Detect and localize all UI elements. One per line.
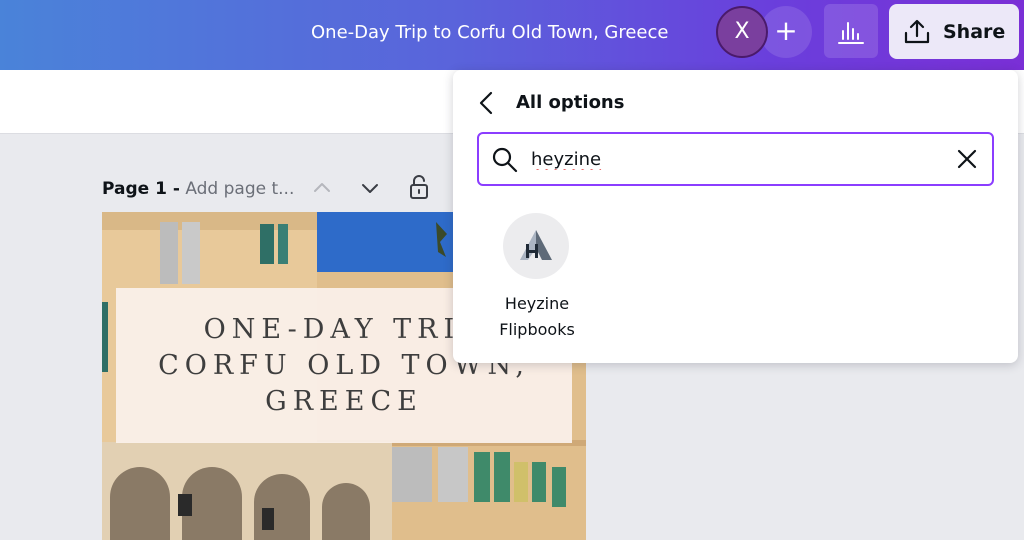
document-title[interactable]: One-Day Trip to Corfu Old Town, Greece <box>311 20 668 46</box>
share-label: Share <box>943 21 1006 43</box>
app-name-line-2: Flipbooks <box>499 320 575 339</box>
all-options-panel: All options Heyzine <box>453 70 1018 363</box>
app-name-line-1: Heyzine <box>504 294 570 313</box>
chevron-down-icon[interactable] <box>360 178 380 198</box>
close-icon[interactable] <box>957 149 977 169</box>
page-title-input[interactable]: Add page t... <box>185 179 294 199</box>
back-chevron-icon[interactable] <box>475 90 499 116</box>
page-number-label: Page 1 - <box>102 179 180 199</box>
app-logo <box>503 213 569 279</box>
chevron-up-icon[interactable] <box>312 178 332 198</box>
bar-chart-icon <box>838 22 864 44</box>
page-header: Page 1 - Add page t... <box>102 176 294 202</box>
search-field[interactable] <box>477 132 994 186</box>
app-result-heyzine[interactable]: Heyzine Flipbooks <box>489 213 585 343</box>
panel-title: All options <box>516 92 625 113</box>
avatar[interactable]: X <box>716 6 768 58</box>
insights-button[interactable] <box>824 4 878 58</box>
design-title-line-3: GREECE <box>265 386 423 417</box>
share-button[interactable]: Share <box>889 4 1019 59</box>
lock-icon[interactable] <box>408 174 430 200</box>
upload-icon <box>904 19 930 44</box>
top-bar: One-Day Trip to Corfu Old Town, Greece +… <box>0 0 1024 70</box>
search-icon <box>492 147 518 173</box>
heyzine-logo-icon <box>520 230 552 260</box>
search-input[interactable] <box>531 144 931 174</box>
app-name: Heyzine Flipbooks <box>489 291 585 343</box>
